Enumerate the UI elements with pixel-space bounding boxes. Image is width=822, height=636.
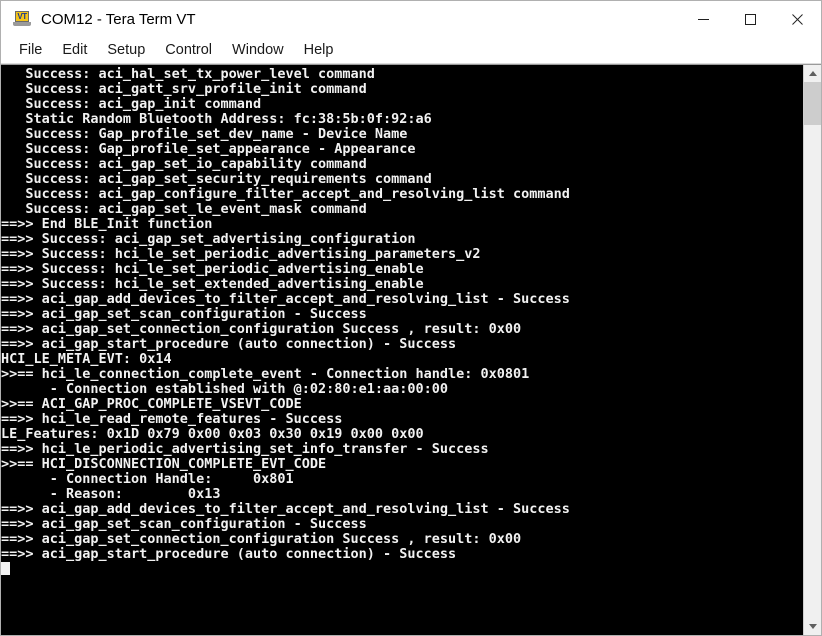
scrollbar-track[interactable]	[804, 82, 821, 618]
terminal-line: Success: aci_gap_set_le_event_mask comma…	[1, 201, 367, 217]
terminal-line: >>== hci_le_connection_complete_event - …	[1, 366, 530, 382]
terminal-line: ==>> Success: aci_gap_set_advertising_co…	[1, 231, 416, 247]
terminal-line: Success: aci_gap_set_security_requiremen…	[1, 171, 432, 187]
menu-window[interactable]: Window	[222, 40, 294, 61]
terminal-line: Success: aci_hal_set_tx_power_level comm…	[1, 66, 375, 82]
minimize-icon	[697, 13, 710, 26]
close-icon	[791, 13, 804, 26]
terminal-line: Success: aci_gap_init command	[1, 96, 262, 112]
scroll-up-icon	[808, 71, 817, 76]
terminal-line: >>== HCI_DISCONNECTION_COMPLETE_EVT_CODE	[1, 456, 327, 472]
terminal-line: ==>> aci_gap_set_connection_configuratio…	[1, 321, 522, 337]
menu-setup[interactable]: Setup	[97, 40, 155, 61]
terminal-line: ==>> Success: hci_le_set_periodic_advert…	[1, 246, 481, 262]
terminal-lines: Success: aci_hal_set_tx_power_level comm…	[1, 67, 803, 635]
scroll-down-icon	[808, 624, 817, 629]
terminal-line: Success: aci_gatt_srv_profile_init comma…	[1, 81, 367, 97]
terminal-line: LE_Features: 0x1D 0x79 0x00 0x03 0x30 0x…	[1, 426, 424, 442]
terminal-line: ==>> End BLE_Init function	[1, 216, 213, 232]
terminal-line: - Connection established with @:02:80:e1…	[1, 381, 449, 397]
terminal-line: ==>> aci_gap_set_connection_configuratio…	[1, 531, 522, 547]
menu-edit[interactable]: Edit	[52, 40, 97, 61]
terminal-area: Success: aci_hal_set_tx_power_level comm…	[1, 64, 821, 635]
minimize-button[interactable]	[680, 1, 727, 37]
terminal-line: ==>> hci_le_read_remote_features - Succe…	[1, 411, 343, 427]
terminal-line: Success: aci_gap_set_io_capability comma…	[1, 156, 367, 172]
menu-control[interactable]: Control	[155, 40, 222, 61]
terminal-line: ==>> Success: hci_le_set_periodic_advert…	[1, 261, 424, 277]
menubar: File Edit Setup Control Window Help	[1, 37, 821, 64]
terminal-line: >>== ACI_GAP_PROC_COMPLETE_VSEVT_CODE	[1, 396, 302, 412]
terminal-line: - Connection Handle: 0x801	[1, 471, 294, 487]
close-button[interactable]	[774, 1, 821, 37]
terminal-cursor	[1, 562, 10, 575]
tera-term-window: VT COM12 - Tera Term VT File Edit Setup …	[0, 0, 822, 636]
scroll-up-button[interactable]	[804, 65, 821, 82]
window-controls	[680, 1, 821, 37]
terminal-line: - Reason: 0x13	[1, 486, 221, 502]
terminal-line: Static Random Bluetooth Address: fc:38:5…	[1, 111, 432, 127]
window-titlebar[interactable]: VT COM12 - Tera Term VT	[1, 1, 821, 37]
menu-file[interactable]: File	[9, 40, 52, 61]
terminal-line: ==>> hci_le_periodic_advertising_set_inf…	[1, 441, 489, 457]
terminal-line: ==>> aci_gap_start_procedure (auto conne…	[1, 336, 457, 352]
window-title: COM12 - Tera Term VT	[41, 10, 196, 28]
terminal-line: ==>> aci_gap_set_scan_configuration - Su…	[1, 516, 367, 532]
terminal-line: ==>> aci_gap_start_procedure (auto conne…	[1, 546, 457, 562]
scroll-down-button[interactable]	[804, 618, 821, 635]
maximize-button[interactable]	[727, 1, 774, 37]
vertical-scrollbar[interactable]	[803, 65, 821, 635]
terminal-line: Success: aci_gap_configure_filter_accept…	[1, 186, 570, 202]
menu-help[interactable]: Help	[294, 40, 344, 61]
scrollbar-thumb[interactable]	[804, 82, 821, 125]
maximize-icon	[744, 13, 757, 26]
terminal-line: Success: Gap_profile_set_dev_name - Devi…	[1, 126, 408, 142]
terminal-cursor-line	[1, 562, 803, 577]
terminal-line: ==>> aci_gap_set_scan_configuration - Su…	[1, 306, 367, 322]
terminal-line: ==>> aci_gap_add_devices_to_filter_accep…	[1, 291, 570, 307]
terminal-line: Success: Gap_profile_set_appearance - Ap…	[1, 141, 416, 157]
terminal-line: HCI_LE_META_EVT: 0x14	[1, 351, 172, 367]
vt-terminal-icon: VT	[13, 11, 31, 27]
terminal-line: ==>> Success: hci_le_set_extended_advert…	[1, 276, 424, 292]
terminal-output[interactable]: Success: aci_hal_set_tx_power_level comm…	[1, 65, 803, 635]
terminal-line: ==>> aci_gap_add_devices_to_filter_accep…	[1, 501, 570, 517]
